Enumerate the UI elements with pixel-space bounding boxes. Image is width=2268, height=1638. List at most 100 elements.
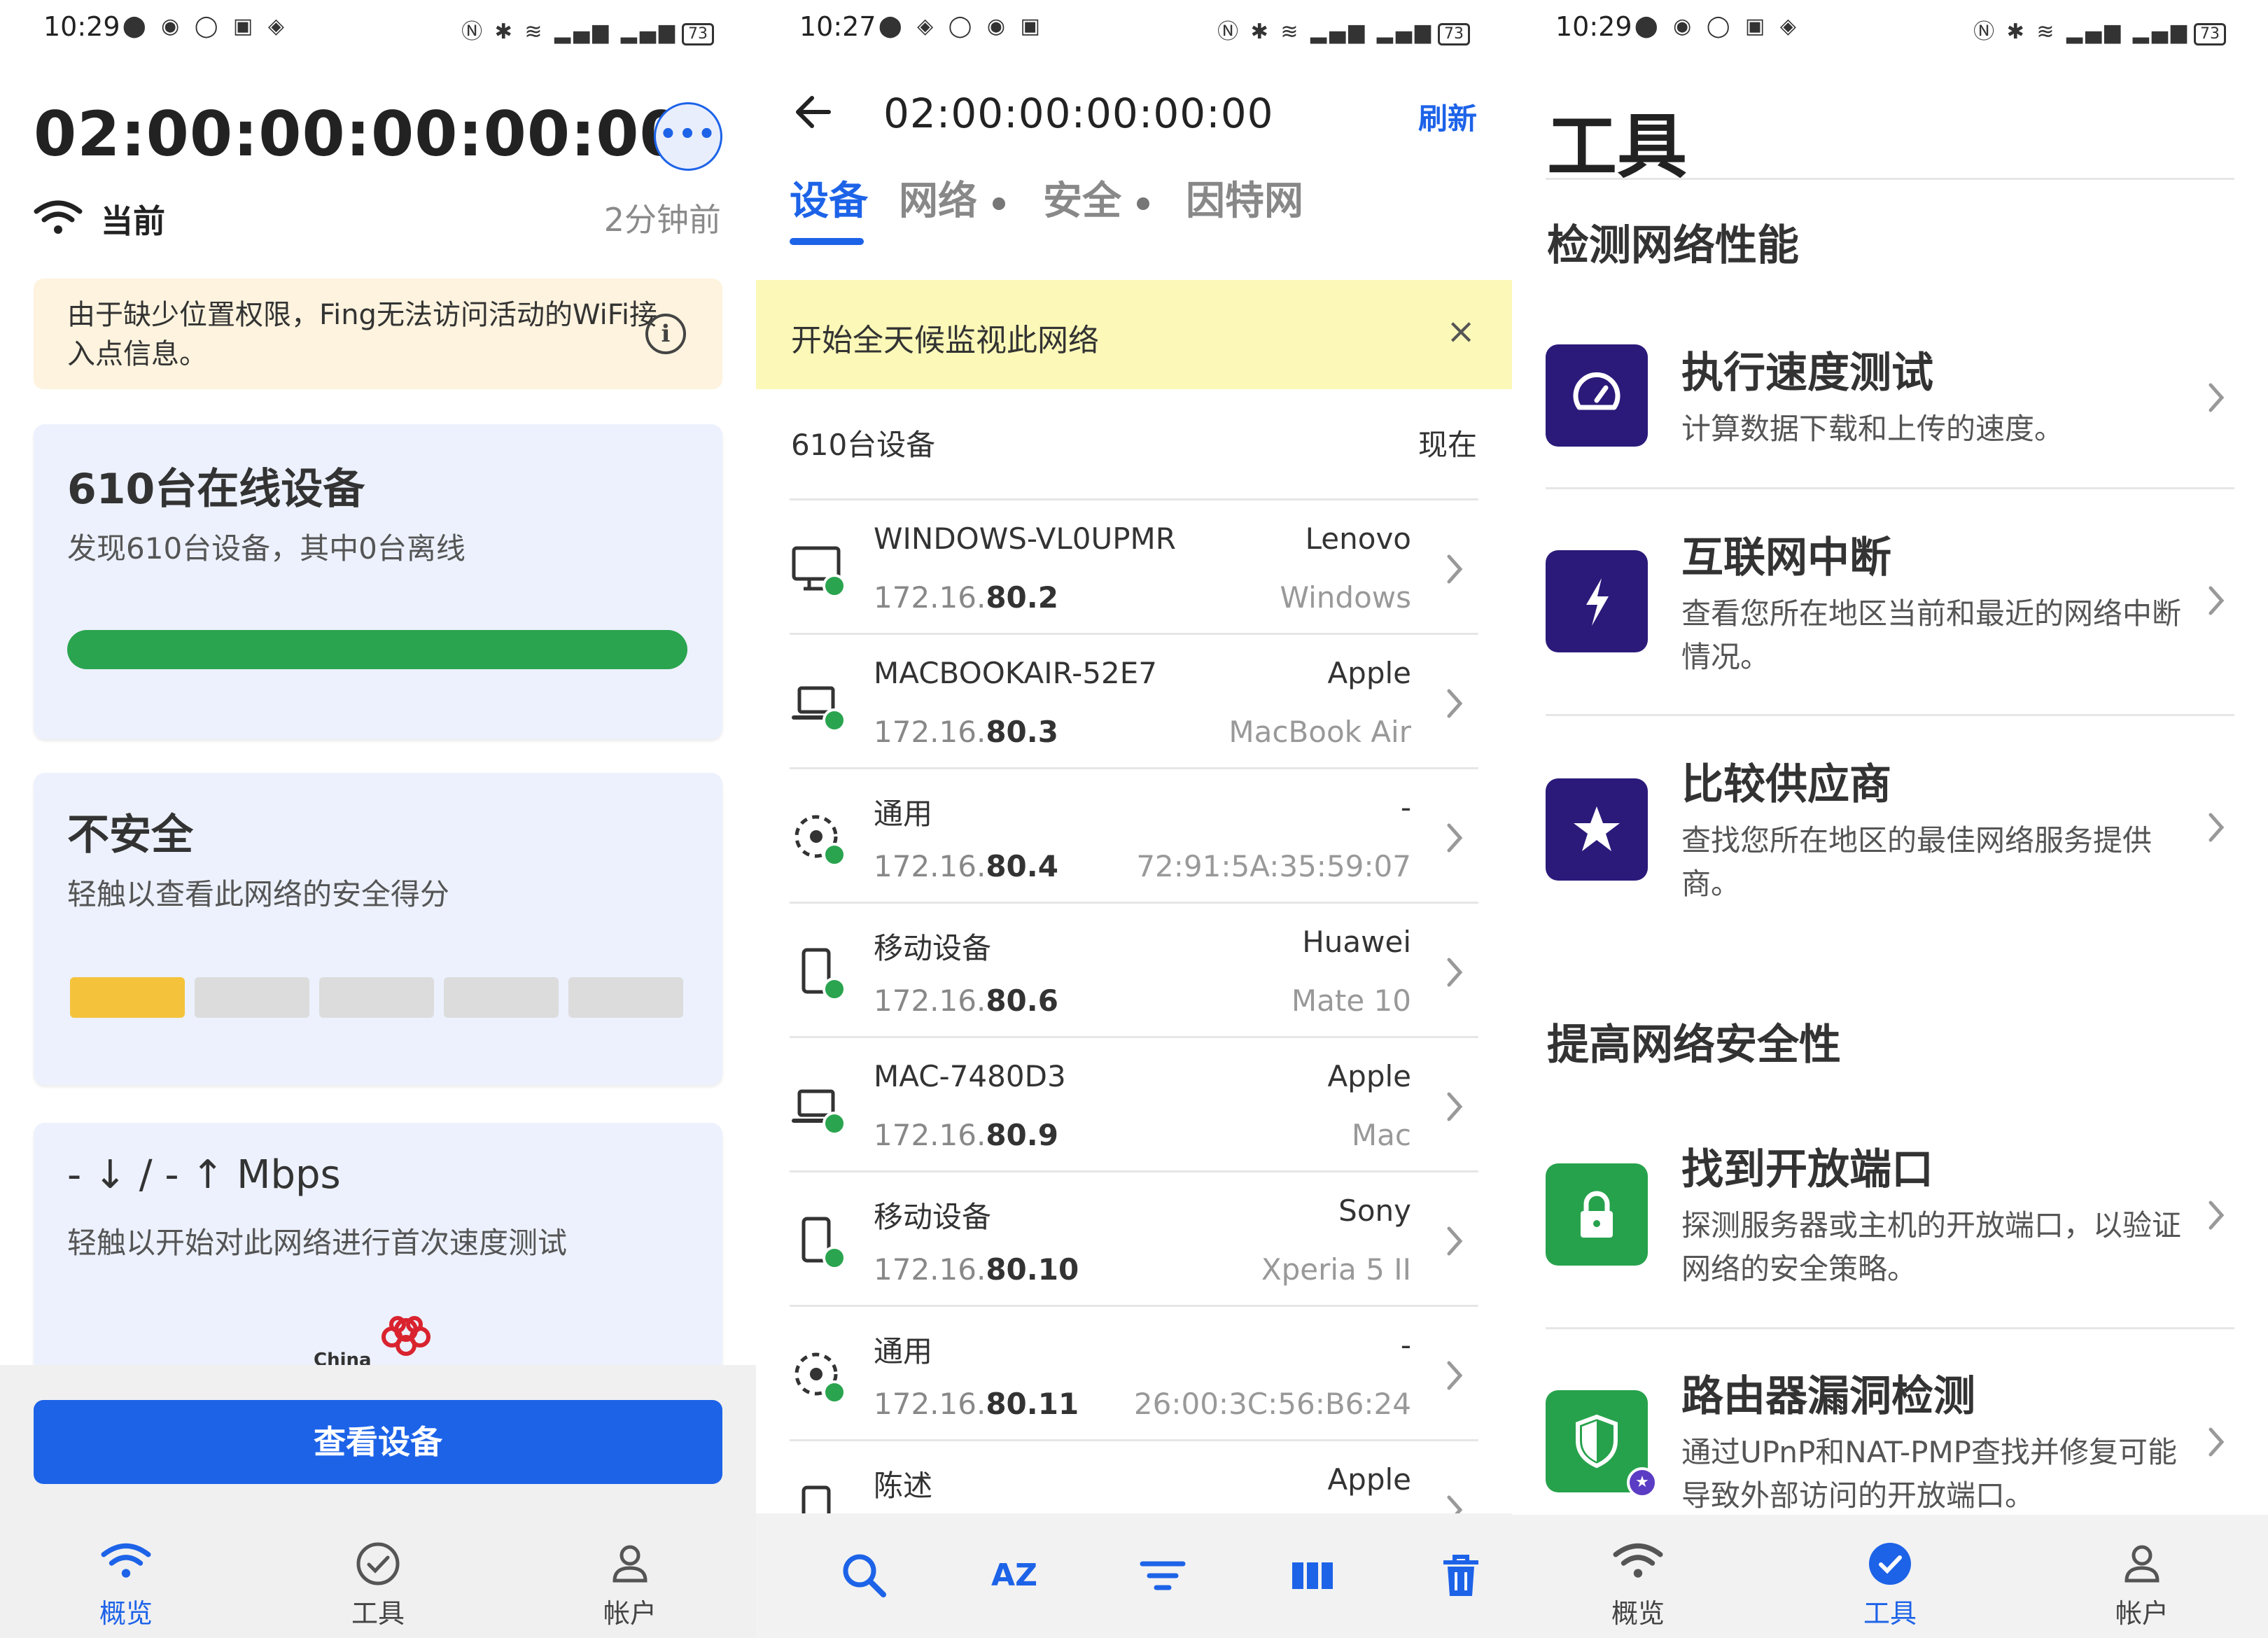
tab-internet[interactable]: 因特网 [1186,169,1303,226]
device-row[interactable]: WINDOWS-VL0UPMR 172.16.80.2 Lenovo Windows [790,498,1478,633]
tab-dot [1137,197,1149,210]
device-ip: 172.16.80.11 [874,1387,1079,1421]
check-circle-icon [1869,1543,1911,1585]
search-icon[interactable] [833,1544,896,1607]
device-ip-prefix: 172.16. [874,715,986,749]
tool-icon-bg [1546,344,1648,447]
check-circle-icon [356,1542,400,1586]
divider [1546,1327,2234,1329]
chevron-right-icon [1447,1361,1463,1390]
status-bar: 10:29 ⬤ ◉ ◯ ▣ ◈ Ⓝ ✱ ≋ ▂▄▆ ▂▄▆ 73 [1512,0,2268,56]
device-row[interactable]: 移动设备 172.16.80.10 Sony Xperia 5 II [790,1170,1478,1305]
info-icon[interactable]: i [645,314,686,354]
status-time: 10:27 [799,11,876,42]
nav-overview[interactable]: 概览 [56,1519,196,1638]
tool-title: 路由器漏洞检测 [1681,1372,1975,1421]
security-score-segment [444,977,559,1018]
view-devices-button[interactable]: 查看设备 [34,1400,722,1484]
tool-description: 探测服务器或主机的开放端口，以验证网络的安全策略。 [1681,1208,2182,1286]
network-label: 当前 [101,202,165,240]
laptop-icon [792,686,846,732]
section-security: 提高网络安全性 [1547,1021,1841,1070]
tools-screen: 10:29 ⬤ ◉ ◯ ▣ ◈ Ⓝ ✱ ≋ ▂▄▆ ▂▄▆ 73 工具 检测网络性… [1512,0,2268,1638]
nav-label: 帐户 [2115,1598,2169,1629]
device-row[interactable]: 通用 172.16.80.11 - 26:00:3C:56:B6:24 [790,1305,1478,1439]
device-name: MAC-7480D3 [874,1059,1066,1093]
nav-label: 工具 [1863,1598,1917,1629]
lightning-icon [1586,578,1609,626]
tool-description: 查看您所在地区当前和最近的网络中断情况。 [1681,596,2182,674]
tool-router-vulnerability[interactable]: ★ 路由器漏洞检测 通过UPnP和NAT-PMP查找并修复可能导致外部访问的开放… [1546,1362,2234,1516]
warning-text: 由于缺少位置权限，Fing无法访问活动的WiFi接入点信息。 [67,299,657,370]
device-ip-prefix: 172.16. [874,1387,986,1421]
filter-icon[interactable] [1131,1544,1194,1607]
device-ip-suffix: 80.6 [986,983,1058,1018]
overview-screen: 10:29 ⬤ ◉ ◯ ▣ ◈ Ⓝ ✱ ≋ ▂▄▆ ▂▄▆ 73 02:00:00… [0,0,756,1638]
nav-tools[interactable]: 工具 [1820,1519,1960,1638]
security-score-segment [70,977,185,1018]
tab-indicator [790,238,864,245]
status-bar: 10:29 ⬤ ◉ ◯ ▣ ◈ Ⓝ ✱ ≋ ▂▄▆ ▂▄▆ 73 [0,0,756,56]
nav-label: 概览 [1611,1598,1665,1629]
device-ip-suffix: 80.11 [986,1387,1079,1421]
tool-speed-test[interactable]: 执行速度测试 计算数据下载和上传的速度。 [1546,339,2234,465]
columns-icon[interactable] [1281,1544,1344,1607]
device-row[interactable]: 移动设备 172.16.80.6 Huawei Mate 10 [790,902,1478,1036]
device-ip-suffix: 80.2 [986,580,1058,615]
online-progress-bar [67,630,687,669]
nav-tools[interactable]: 工具 [308,1519,448,1638]
security-card[interactable]: 不安全 轻触以查看此网络的安全得分 [34,773,722,1085]
nav-account[interactable]: 帐户 [2072,1519,2212,1638]
device-row[interactable]: 通用 172.16.80.4 - 72:91:5A:35:59:07 [790,767,1478,902]
back-arrow-icon[interactable] [792,92,834,132]
tool-icon-bg [1546,778,1648,881]
tool-internet-outage[interactable]: 互联网中断 查看您所在地区当前和最近的网络中断情况。 [1546,524,2234,685]
refresh-button[interactable]: 刷新 [1418,95,1477,138]
tab-label: 设备 [790,178,868,224]
system-icons: Ⓝ ✱ ≋ ▂▄▆ ▂▄▆ 73 [1973,14,2226,46]
nav-label: 帐户 [603,1598,657,1629]
device-ip-prefix: 172.16. [874,849,986,883]
location-permission-warning[interactable]: 由于缺少位置权限，Fing无法访问活动的WiFi接入点信息。 i [34,279,722,389]
security-card-subtitle: 轻触以查看此网络的安全得分 [67,877,450,911]
sort-az-icon[interactable]: AZ [983,1544,1046,1607]
device-name: MACBOOKAIR-52E7 [874,656,1158,690]
device-model: Windows [1280,580,1411,615]
tab-devices[interactable]: 设备 [790,169,868,226]
nav-account[interactable]: 帐户 [560,1519,700,1638]
speed-card-subtitle: 轻触以开始对此网络进行首次速度测试 [67,1226,568,1260]
device-row[interactable]: MACBOOKAIR-52E7 172.16.80.3 Apple MacBook A… [790,633,1478,767]
tool-compare-providers[interactable]: 比较供应商 查找您所在地区的最佳网络服务提供商。 [1546,750,2234,911]
trash-icon[interactable] [1429,1544,1492,1607]
chevron-right-icon [2208,586,2225,615]
device-ip: 172.16.80.2 [874,580,1058,615]
lock-icon [1581,1191,1613,1238]
device-vendor: - [1400,1328,1411,1362]
devices-card-title: 610台在线设备 [67,465,365,514]
security-card-title: 不安全 [67,811,193,860]
bottom-nav: 概览 工具 帐户 [0,1519,756,1638]
chevron-right-icon [2208,1427,2225,1457]
monitor-banner[interactable]: 开始全天候监视此网络 × [756,280,1512,389]
chevron-right-icon [1447,823,1463,853]
devices-card[interactable]: 610台在线设备 发现610台设备，其中0台离线 [34,424,722,739]
tool-description: 查找您所在地区的最佳网络服务提供商。 [1681,823,2152,901]
close-icon[interactable]: × [1446,311,1476,351]
tab-network[interactable]: 网络 [899,169,1005,226]
tab-security[interactable]: 安全 [1043,169,1149,226]
notification-icons: ⬤ ◈ ◯ ◉ ▣ [878,14,1044,38]
nav-overview[interactable]: 概览 [1568,1519,1708,1638]
device-model: 72:91:5A:35:59:07 [1136,849,1411,883]
battery-icon: 73 [1438,23,1470,46]
device-ip: 172.16.80.6 [874,983,1058,1018]
generic-device-icon [794,815,846,867]
tab-label: 因特网 [1186,178,1303,224]
more-options-button[interactable]: ••• [654,102,722,171]
device-ip-suffix: 80.3 [986,715,1058,749]
tool-title: 互联网中断 [1681,533,1891,582]
network-title: 02:00:00:00:00:00 [34,98,683,170]
device-ip: 172.16.80.10 [874,1252,1079,1287]
device-ip: 172.16.80.4 [874,849,1058,883]
device-row[interactable]: MAC-7480D3 172.16.80.9 Apple Mac [790,1036,1478,1170]
tool-open-ports[interactable]: 找到开放端口 探测服务器或主机的开放端口，以验证网络的安全策略。 [1546,1135,2234,1296]
